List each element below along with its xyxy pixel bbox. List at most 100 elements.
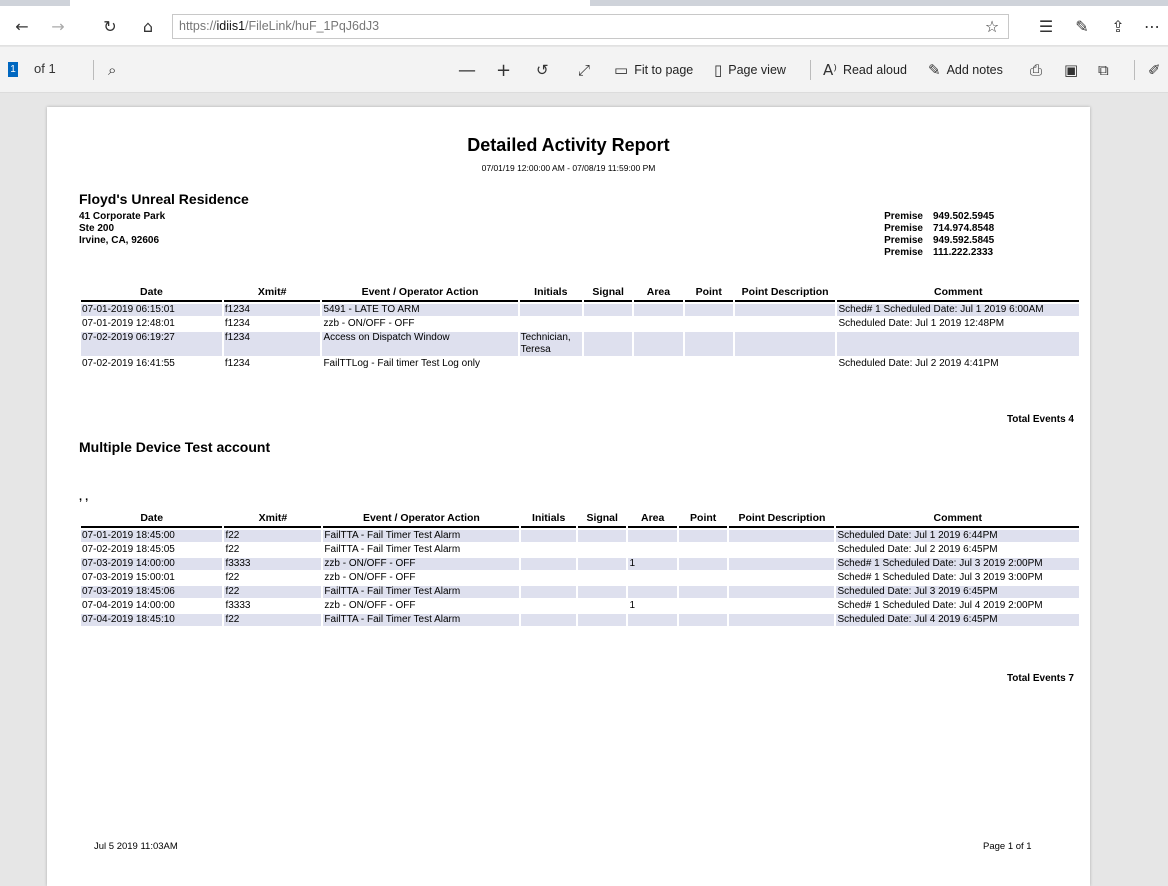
- premise-phones: Premise 949.502.5945 Premise 714.974.8548 …: [867, 211, 994, 259]
- initials-cell: [519, 304, 582, 316]
- table-row: 07-03-2019 15:00:01 f22 zzb - ON/OFF - OFF…: [81, 572, 1079, 584]
- add-notes-label: Add notes: [946, 63, 1003, 77]
- point-description-cell: [729, 614, 835, 626]
- date-cell: 07-04-2019 14:00:00: [82, 600, 175, 611]
- page-number-input[interactable]: 1: [8, 62, 18, 77]
- page-view-label: Page view: [728, 63, 786, 77]
- event-cell: zzb - ON/OFF - OFF: [323, 318, 415, 329]
- pdf-page: Detailed Activity Report 07/01/19 12:00:…: [47, 107, 1090, 886]
- report-date-range: 07/01/19 12:00:00 AM - 07/08/19 11:59:00…: [481, 163, 656, 173]
- print-icon[interactable]: ⎙: [1030, 59, 1048, 81]
- column-header: Comment: [837, 285, 1079, 302]
- phone-label: Premise: [884, 247, 923, 258]
- date-cell: 07-02-2019 06:19:27: [81, 332, 222, 356]
- add-notes-icon: ✎: [928, 61, 941, 79]
- area-cell: [628, 530, 677, 542]
- save-as-icon[interactable]: ⧉: [1098, 59, 1115, 81]
- column-header: Initials: [521, 511, 576, 528]
- point-cell: [678, 586, 728, 598]
- search-icon[interactable]: ⌕: [108, 59, 122, 81]
- table-row: 07-02-2019 18:45:05 f22 FailTTA - Fail Tim…: [81, 544, 1079, 556]
- xmit-cell: f1234: [223, 304, 321, 316]
- event-cell: zzb - ON/OFF - OFF: [324, 572, 416, 583]
- column-header: Area: [628, 511, 677, 528]
- phone-label: Premise: [884, 235, 923, 246]
- table-row: 07-02-2019 16:41:55 f1234 FailTTLog - Fail…: [81, 358, 1079, 370]
- account-address: 41 Corporate Park Ste 200 Irvine, CA, 92…: [79, 211, 165, 247]
- comment-cell: Scheduled Date: Jul 2 2019 4:41PM: [838, 358, 999, 369]
- point-description-cell: [729, 558, 835, 570]
- back-icon[interactable]: ←: [10, 14, 34, 38]
- page-view-icon: ▯: [714, 61, 723, 79]
- read-aloud-button[interactable]: A⁾ Read aloud: [823, 59, 907, 81]
- point-cell: [679, 600, 727, 612]
- zoom-out-icon[interactable]: —: [458, 59, 482, 81]
- share-icon[interactable]: ⇪: [1106, 14, 1130, 38]
- phone-number: 111.222.2333: [933, 247, 994, 258]
- column-header: Point: [684, 285, 733, 302]
- xmit-cell: f22: [225, 544, 240, 555]
- table-row: 07-01-2019 18:45:00 f22 FailTTA - Fail Tim…: [81, 530, 1079, 542]
- date-cell: 07-01-2019 06:15:01: [81, 304, 222, 316]
- xmit-cell: f3333: [224, 558, 322, 570]
- xmit-cell: f22: [225, 572, 240, 583]
- activity-table: Date Xmit# Event / Operator Action Initials…: [79, 509, 1081, 628]
- favorites-icon[interactable]: ☰: [1034, 14, 1058, 38]
- page-view-button[interactable]: ▯ Page view: [714, 59, 786, 81]
- xmit-cell: f22: [224, 586, 322, 598]
- date-cell: 07-04-2019 18:45:10: [81, 614, 223, 626]
- initials-cell: [521, 558, 576, 570]
- phone-label: Premise: [884, 223, 923, 234]
- date-cell: 07-03-2019 18:45:06: [81, 586, 223, 598]
- more-icon[interactable]: ⋯: [1140, 14, 1164, 38]
- column-header: Xmit#: [223, 285, 321, 302]
- table-row: 07-04-2019 18:45:10 f22 FailTTA - Fail Tim…: [81, 614, 1079, 626]
- column-header: Area: [634, 285, 683, 302]
- signal-cell: [584, 318, 632, 330]
- toolbar-divider: [1134, 60, 1135, 80]
- area-cell: 1: [629, 600, 635, 611]
- url-host: idiis1: [216, 19, 246, 33]
- pin-icon[interactable]: ✐: [1148, 59, 1167, 81]
- initials-cell: Technician, Teresa: [519, 332, 582, 356]
- signal-cell: [577, 614, 627, 626]
- forward-icon[interactable]: →: [46, 14, 70, 38]
- signal-cell: [584, 332, 633, 356]
- table-row: 07-01-2019 12:48:01 f1234 zzb - ON/OFF - O…: [81, 318, 1079, 330]
- address-line: 41 Corporate Park: [79, 211, 166, 222]
- rotate-icon[interactable]: ↺: [536, 59, 555, 81]
- comment-cell: Scheduled Date: Jul 1 2019 6:44PM: [836, 530, 1079, 542]
- activity-table: Date Xmit# Event / Operator Action Initials…: [79, 283, 1081, 372]
- zoom-in-icon[interactable]: +: [496, 59, 517, 81]
- browser-navbar: ← → ↻ ⌂ https://idiis1/FileLink/huF_1PqJ…: [0, 6, 1168, 46]
- footer-print-date: Jul 5 2019 11:03AM: [94, 841, 178, 852]
- event-cell: Access on Dispatch Window: [322, 332, 518, 356]
- pen-icon[interactable]: ✎: [1070, 14, 1094, 38]
- table-header: Date Xmit# Event / Operator Action Initials…: [81, 511, 1079, 528]
- table-row: 07-04-2019 14:00:00 f3333 zzb - ON/OFF - O…: [81, 600, 1079, 612]
- fit-to-page-button[interactable]: ▭ Fit to page: [614, 59, 693, 81]
- date-cell: 07-03-2019 14:00:00: [81, 558, 223, 570]
- column-header: Initials: [519, 285, 582, 302]
- favorite-star-icon[interactable]: ☆: [980, 14, 1004, 38]
- point-cell: [684, 332, 733, 356]
- point-description-cell: [729, 600, 834, 612]
- address-bar[interactable]: https://idiis1/FileLink/huF_1PqJ6dJ3: [172, 14, 1009, 39]
- save-icon[interactable]: ▣: [1064, 59, 1084, 81]
- area-cell: [628, 614, 677, 626]
- point-cell: [685, 358, 733, 370]
- column-header: Event / Operator Action: [323, 511, 520, 528]
- date-cell: 07-02-2019 18:45:05: [82, 544, 175, 555]
- account-name: Floyd's Unreal Residence: [79, 191, 249, 207]
- signal-cell: [584, 358, 632, 370]
- signal-cell: [578, 544, 626, 556]
- add-notes-button[interactable]: ✎ Add notes: [928, 59, 1003, 81]
- home-icon[interactable]: ⌂: [136, 14, 160, 38]
- point-cell: [685, 318, 733, 330]
- column-header: Date: [81, 285, 222, 302]
- refresh-icon[interactable]: ↻: [98, 14, 122, 38]
- point-cell: [679, 544, 727, 556]
- fullscreen-icon[interactable]: ⤢: [578, 59, 596, 81]
- column-header: Point Description: [734, 285, 836, 302]
- date-cell: 07-01-2019 18:45:00: [81, 530, 223, 542]
